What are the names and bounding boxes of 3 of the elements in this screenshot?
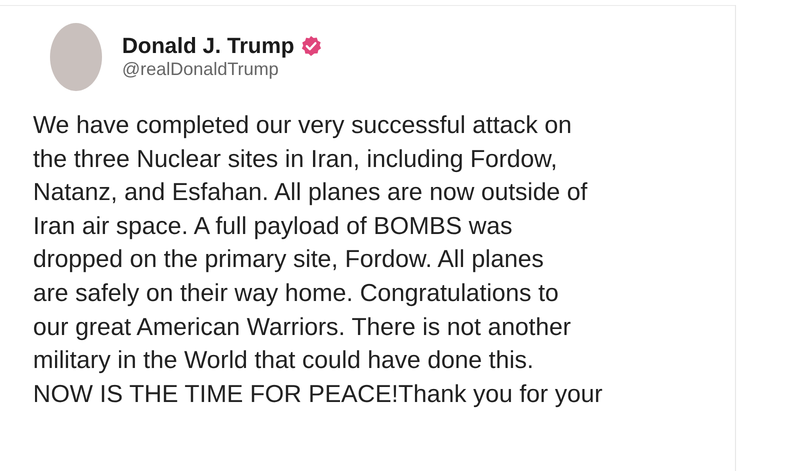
author-handle[interactable]: @realDonaldTrump [122,59,322,81]
post-text: We have completed our very successful attack on the three Nuclear sites in Iran, including Fordow, Natanz, and Esfahan. All planes are now outside of Iran air space. A full payload of BOMBS was dropped on the primary site, Fordow. All planes are safely on their way home. Congratulations to our great American Warriors. There is not another military in the World that could have done this. NOW IS THE TIME FOR PEACE!Thank you for your [33,111,604,410]
author-name[interactable]: Donald J. Trump [122,33,294,60]
